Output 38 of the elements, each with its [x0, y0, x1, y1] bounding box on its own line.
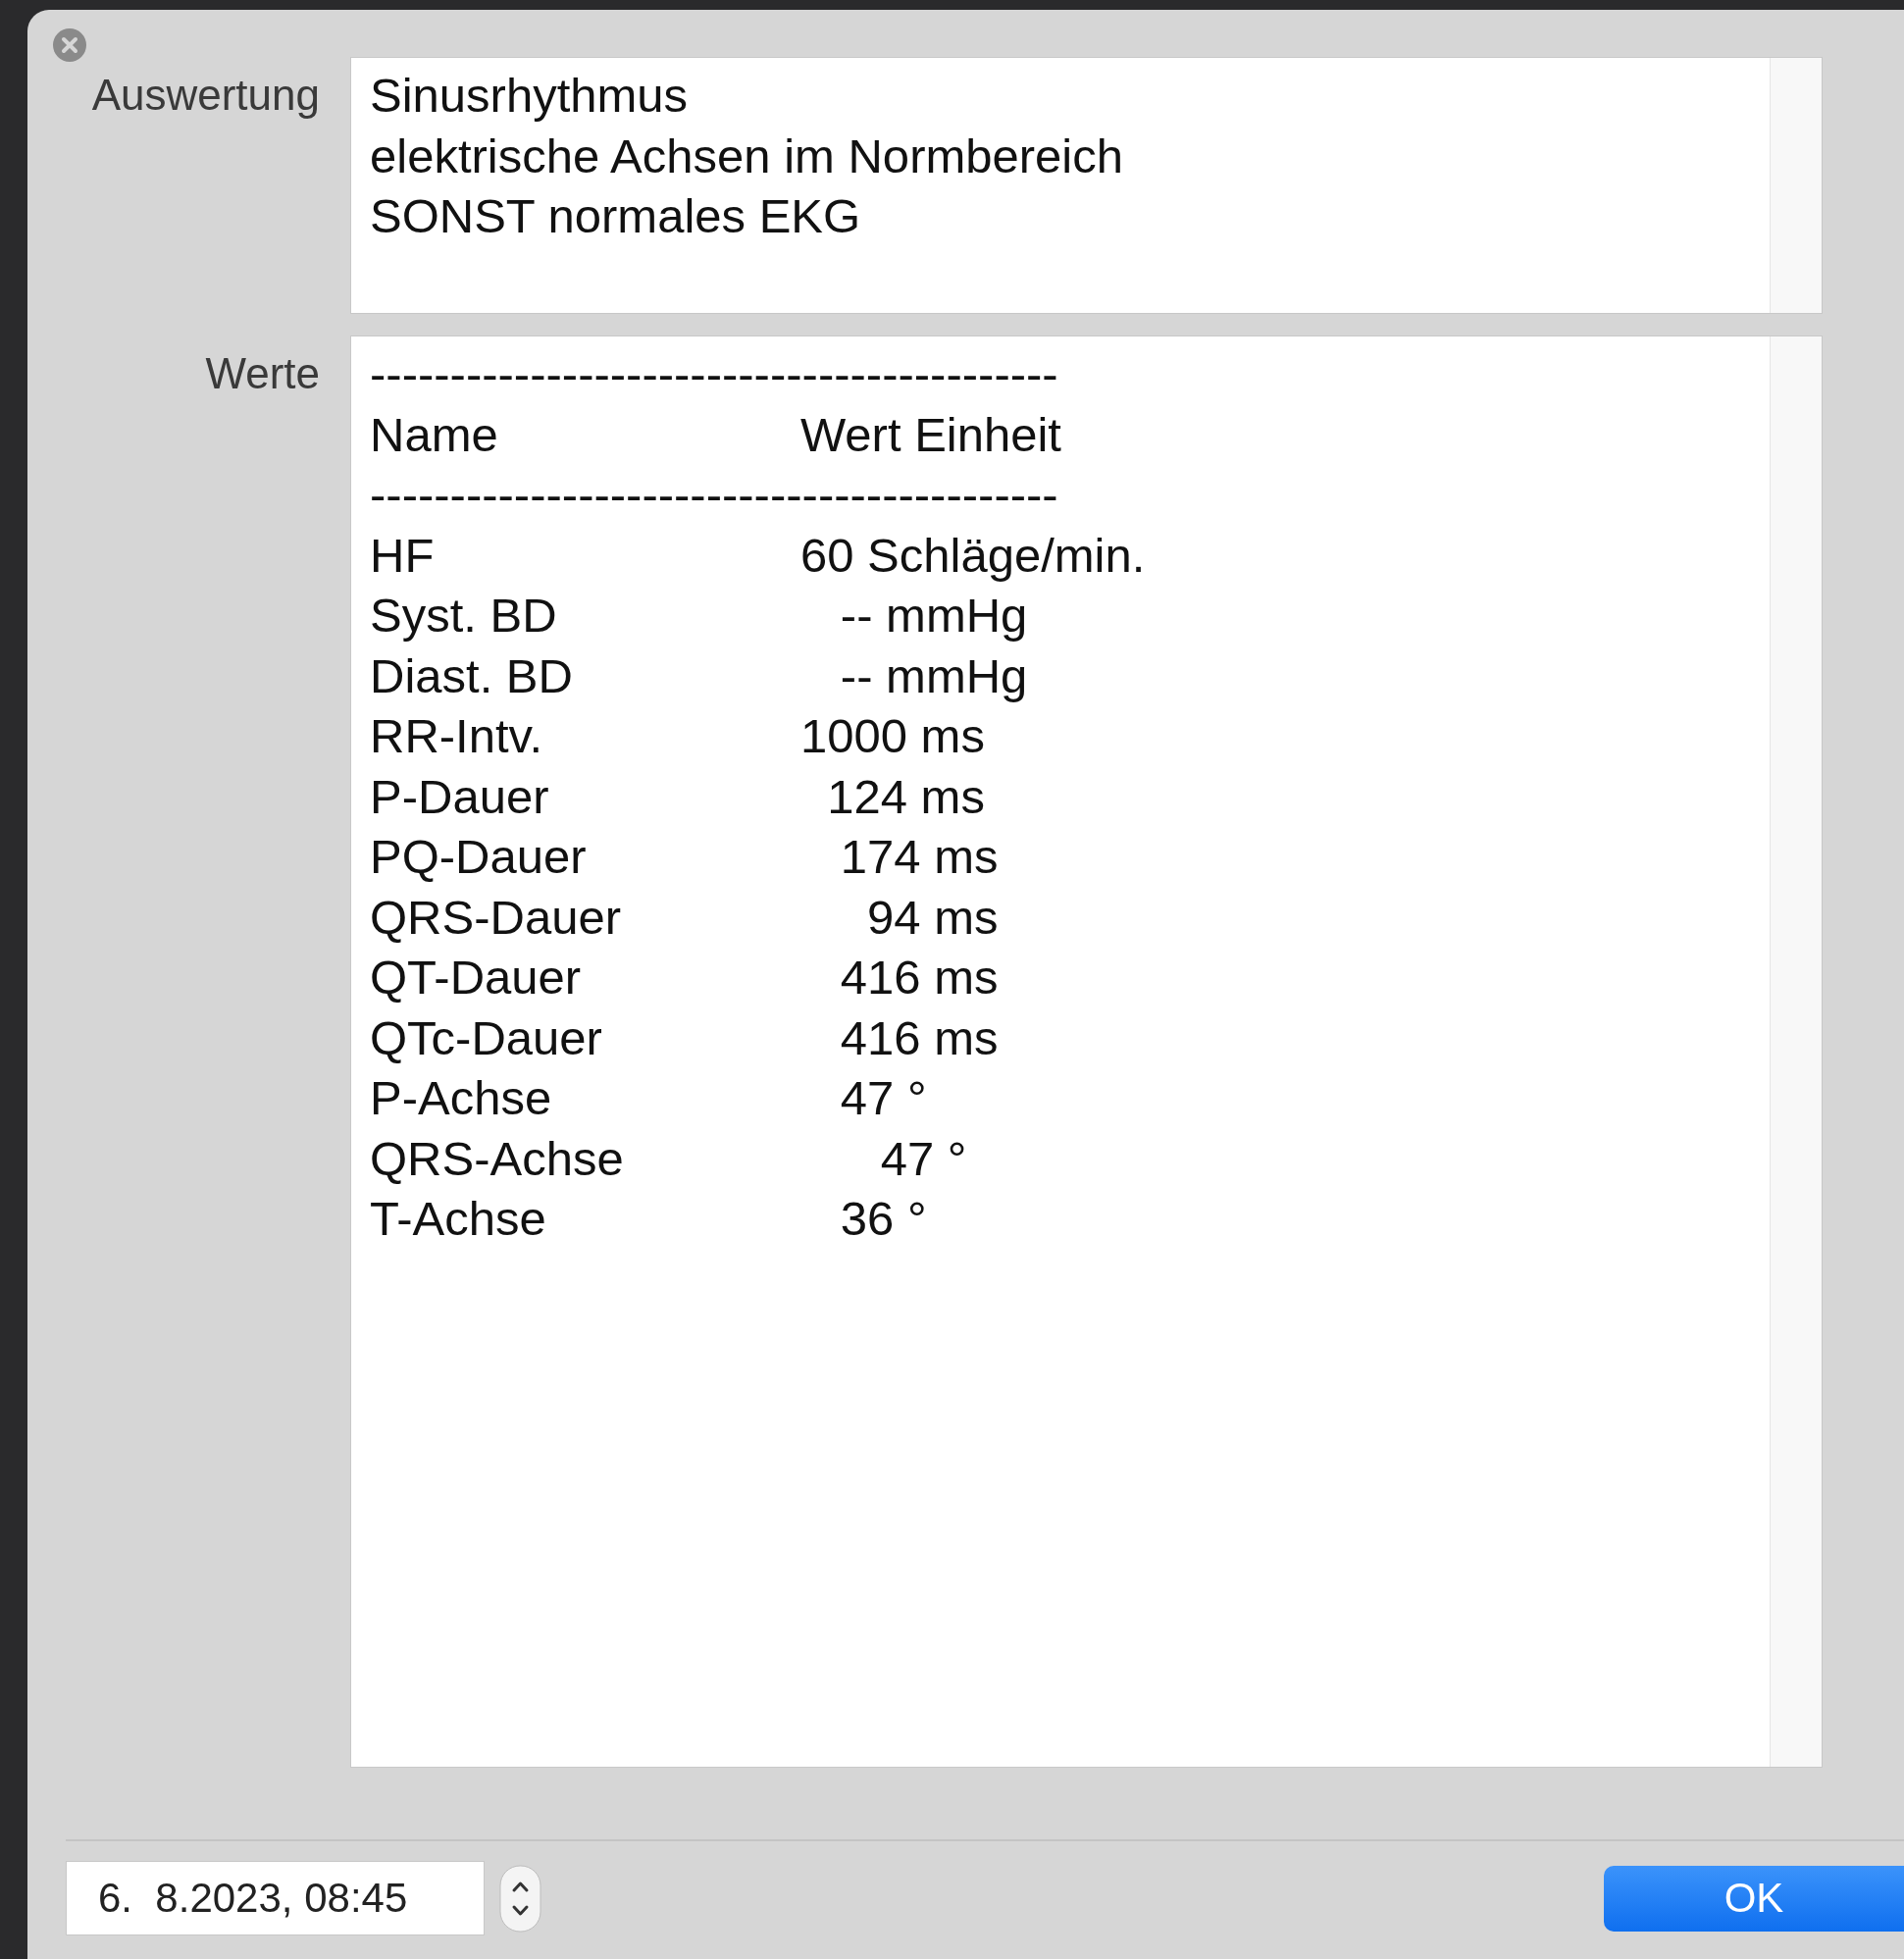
value-reading: 1000 ms	[800, 708, 985, 764]
field-label: Auswertung	[90, 70, 321, 120]
value-name: T-Achse	[370, 1191, 547, 1247]
value-name: QT-Dauer	[370, 950, 583, 1005]
stepper-icon[interactable]	[499, 1864, 541, 1933]
text-line: elektrische Achsen im Normbereich	[370, 128, 1123, 184]
value-name: QRS-Achse	[370, 1130, 625, 1187]
value-reading: 47 °	[839, 1070, 927, 1126]
value-name: P-Dauer	[370, 768, 550, 825]
value-reading: -- mmHg	[839, 588, 1028, 644]
value-reading: 416 ms	[839, 950, 999, 1005]
dash-line: -------------------------------------------	[370, 346, 1058, 402]
value-reading: 416 ms	[839, 1009, 999, 1066]
value-name: QRS-Dauer	[370, 889, 622, 946]
value-reading: 94 ms	[866, 889, 999, 946]
value-reading: 124 ms	[826, 768, 985, 825]
value-reading: -- mmHg	[839, 647, 1028, 704]
field-label: Werte	[204, 348, 321, 398]
value-name: Diast. BD	[370, 647, 574, 704]
value-name: RR-Intv.	[370, 708, 544, 764]
value-reading: 60 Schläge/min.	[800, 527, 1146, 584]
date-field[interactable]: 6. 8.2023, 08:45	[66, 1861, 485, 1935]
value-name: PQ-Dauer	[370, 829, 588, 885]
value-name: QTc-Dauer	[370, 1009, 603, 1066]
value-name: HF	[370, 527, 436, 584]
value-reading: 36 °	[839, 1191, 927, 1247]
value-reading: Wert Einheit	[800, 406, 1061, 463]
value-name: Name	[370, 406, 499, 463]
value-reading: 47 °	[879, 1130, 967, 1187]
dash-line: -------------------------------------------	[370, 467, 1058, 523]
value-name: P-Achse	[370, 1070, 553, 1126]
text-area[interactable]: Sinusrhythmus elektrische Achsen im Normbereich SONST normales EKG	[350, 57, 1823, 314]
text-line: SONST normales EKG	[370, 188, 861, 244]
value-name: Syst. BD	[370, 588, 558, 644]
text-area[interactable]	[350, 335, 1823, 1768]
text-line: Sinusrhythmus	[370, 68, 689, 124]
value-reading: 174 ms	[839, 829, 999, 885]
ok-button[interactable]: OK	[1604, 1865, 1904, 1932]
